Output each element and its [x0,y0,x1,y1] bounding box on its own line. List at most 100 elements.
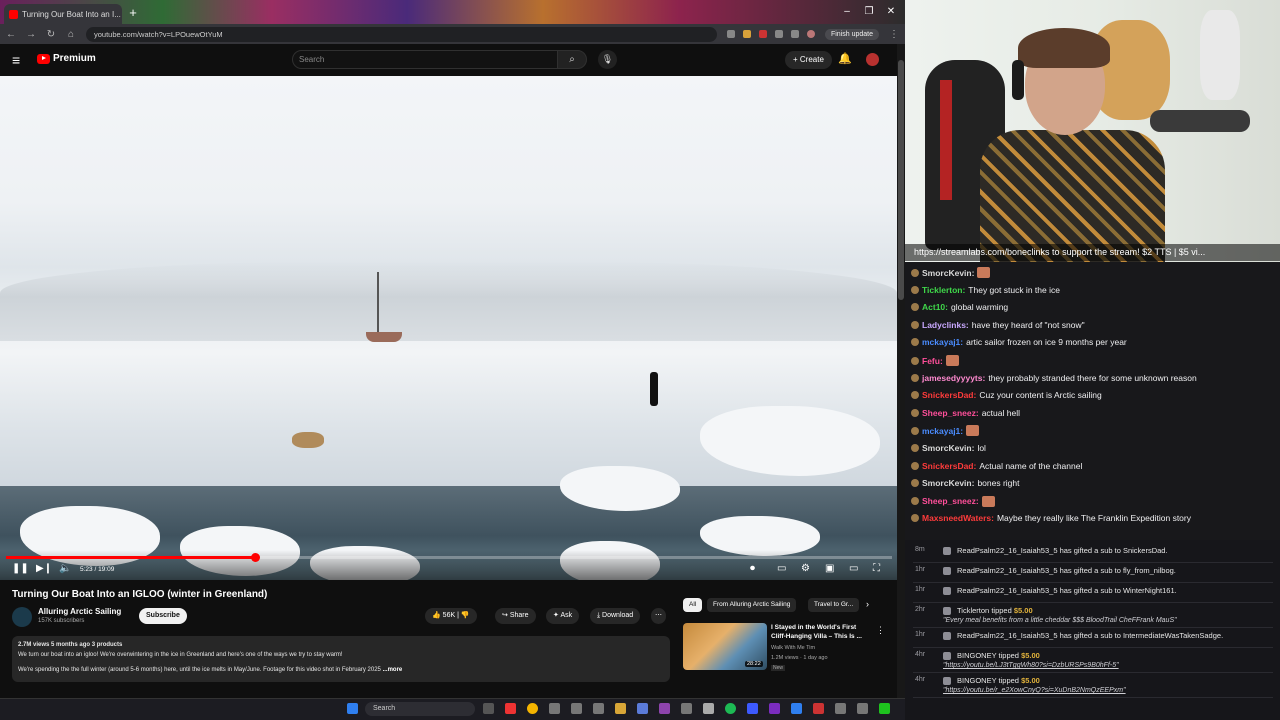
app-icon[interactable] [637,703,648,714]
next-icon[interactable]: ▶❙ [36,563,52,574]
chat-username[interactable]: SnickersDad: [922,390,976,400]
account-avatar[interactable] [866,53,879,66]
app-icon[interactable] [703,703,714,714]
more-actions-icon[interactable]: ⋯ [651,608,666,624]
like-button[interactable]: 👍 56K | 👎 [425,608,477,624]
show-more-link[interactable]: ...more [383,667,403,673]
search-icon[interactable]: ⌕ [557,50,587,69]
windows-start-icon[interactable] [347,703,358,714]
tip-message[interactable]: "https://youtu.be/LJ3tTggWh80?si=DzbURSP… [943,662,1119,669]
microphone-icon[interactable]: 🎙 [598,50,617,69]
extension-icon[interactable] [790,30,799,38]
description-line-2: We're spending the the full winter (arou… [18,666,664,676]
app-icon[interactable] [835,703,846,714]
chat-username[interactable]: Fefu: [922,356,943,366]
youtube-logo[interactable]: Premium [37,53,96,64]
recommended-menu-icon[interactable]: ⋮ [876,625,885,636]
chat-username[interactable]: SmorcKevin: [922,478,974,488]
taskbar-search[interactable]: Search [365,702,475,716]
tip-message: "Every meal benefits from a little chedd… [943,617,1177,624]
hamburger-menu-icon[interactable]: ≡ [12,53,26,67]
scrollbar-thumb[interactable] [898,60,904,300]
minimize-icon[interactable]: – [838,4,856,20]
chat-username[interactable]: Ladyclinks: [922,320,969,330]
video-player[interactable] [0,76,897,580]
app-icon[interactable] [549,703,560,714]
browser-tab-active[interactable]: Turning Our Boat Into an I... ✕ [4,4,122,24]
chat-username[interactable]: Sheep_sneez: [922,408,979,418]
fullscreen-icon[interactable]: ⛶ [873,563,880,574]
reload-icon[interactable]: ↻ [46,29,56,40]
extension-icon[interactable] [758,30,767,38]
subtitles-icon[interactable]: ▭ [777,563,786,574]
create-button[interactable]: + Create [785,51,832,69]
profile-icon[interactable] [806,30,815,38]
extension-icon[interactable] [726,30,735,38]
volume-icon[interactable]: 🔈 [59,563,71,574]
chat-username[interactable]: MaxsneedWaters: [922,513,994,523]
task-view-icon[interactable] [483,703,494,714]
recommended-channel[interactable]: Walk With Me Tim [771,645,815,651]
chat-username[interactable]: mckayaj1: [922,337,963,347]
app-icon[interactable] [505,703,516,714]
event-time: 1hr [915,566,926,573]
tip-message[interactable]: "https://youtu.be/r_e2XowCnyQ?si=XuDnB2N… [943,687,1126,694]
app-icon[interactable] [747,703,758,714]
video-description[interactable]: 2.7M views 5 months ago 3 products We tu… [12,636,670,682]
app-icon[interactable] [879,703,890,714]
chat-username[interactable]: SmorcKevin: [922,443,974,453]
app-icon[interactable] [659,703,670,714]
chat-badge-icon [911,356,919,365]
thumbs-down-icon[interactable]: | 👎 [455,612,470,619]
browser-menu-icon[interactable]: ⋮ [889,29,899,40]
channel-avatar[interactable] [12,607,32,627]
finish-update-button[interactable]: Finish update [824,28,879,40]
chip-from-channel[interactable]: From Alluring Arctic Sailing [707,598,797,612]
close-window-icon[interactable]: ✕ [882,4,900,20]
chat-username[interactable]: Sheep_sneez: [922,496,979,506]
chevron-right-icon[interactable]: › [866,599,869,609]
app-icon[interactable] [791,703,802,714]
progress-bar[interactable] [6,553,892,562]
notifications-bell-icon[interactable]: 🔔 [838,52,852,65]
share-button[interactable]: ↪ Share [495,608,536,624]
miniplayer-icon[interactable]: ▣ [825,563,834,574]
spotify-icon[interactable] [725,703,736,714]
app-icon[interactable] [769,703,780,714]
recommended-title[interactable]: I Stayed in the World's First Cliff-Hang… [771,624,871,641]
app-icon[interactable] [813,703,824,714]
search-input[interactable]: Search [292,50,558,69]
extension-icon[interactable] [774,30,783,38]
back-icon[interactable]: ← [6,29,16,40]
progress-scrubber[interactable] [250,553,260,562]
chrome-icon[interactable] [527,703,538,714]
person-figure [650,372,658,406]
pause-icon[interactable]: ❚❚ [12,563,29,574]
subscribe-button[interactable]: Subscribe [139,608,187,624]
autoplay-toggle-icon[interactable]: ⏺ [750,563,755,574]
chat-username[interactable]: mckayaj1: [922,426,963,436]
settings-gear-icon[interactable]: ⚙ [801,563,810,574]
chat-username[interactable]: Act10: [922,302,948,312]
chat-username[interactable]: SnickersDad: [922,461,976,471]
forward-icon[interactable]: → [26,29,36,40]
restore-icon[interactable]: ❐ [860,4,878,20]
url-field[interactable]: youtube.com/watch?v=LPOuewOtYuM [86,26,717,42]
new-tab-icon[interactable]: + [126,6,140,20]
app-icon[interactable] [857,703,868,714]
chip-travel[interactable]: Travel to Gr... [808,598,860,612]
app-icon[interactable] [571,703,582,714]
home-icon[interactable]: ⌂ [66,29,76,40]
chip-all[interactable]: All [683,598,703,612]
chat-username[interactable]: jamesedyyyyts: [922,373,985,383]
chat-username[interactable]: Ticklerton: [922,285,965,295]
channel-name[interactable]: Alluring Arctic Sailing [38,607,121,616]
download-button[interactable]: ⤓ Download [590,608,641,624]
app-icon[interactable] [681,703,692,714]
file-explorer-icon[interactable] [615,703,626,714]
extension-icon[interactable] [742,30,751,38]
chat-username[interactable]: SmorcKevin: [922,268,974,278]
theater-mode-icon[interactable]: ▭ [849,563,858,574]
app-icon[interactable] [593,703,604,714]
ask-button[interactable]: ✦ Ask [546,608,580,624]
